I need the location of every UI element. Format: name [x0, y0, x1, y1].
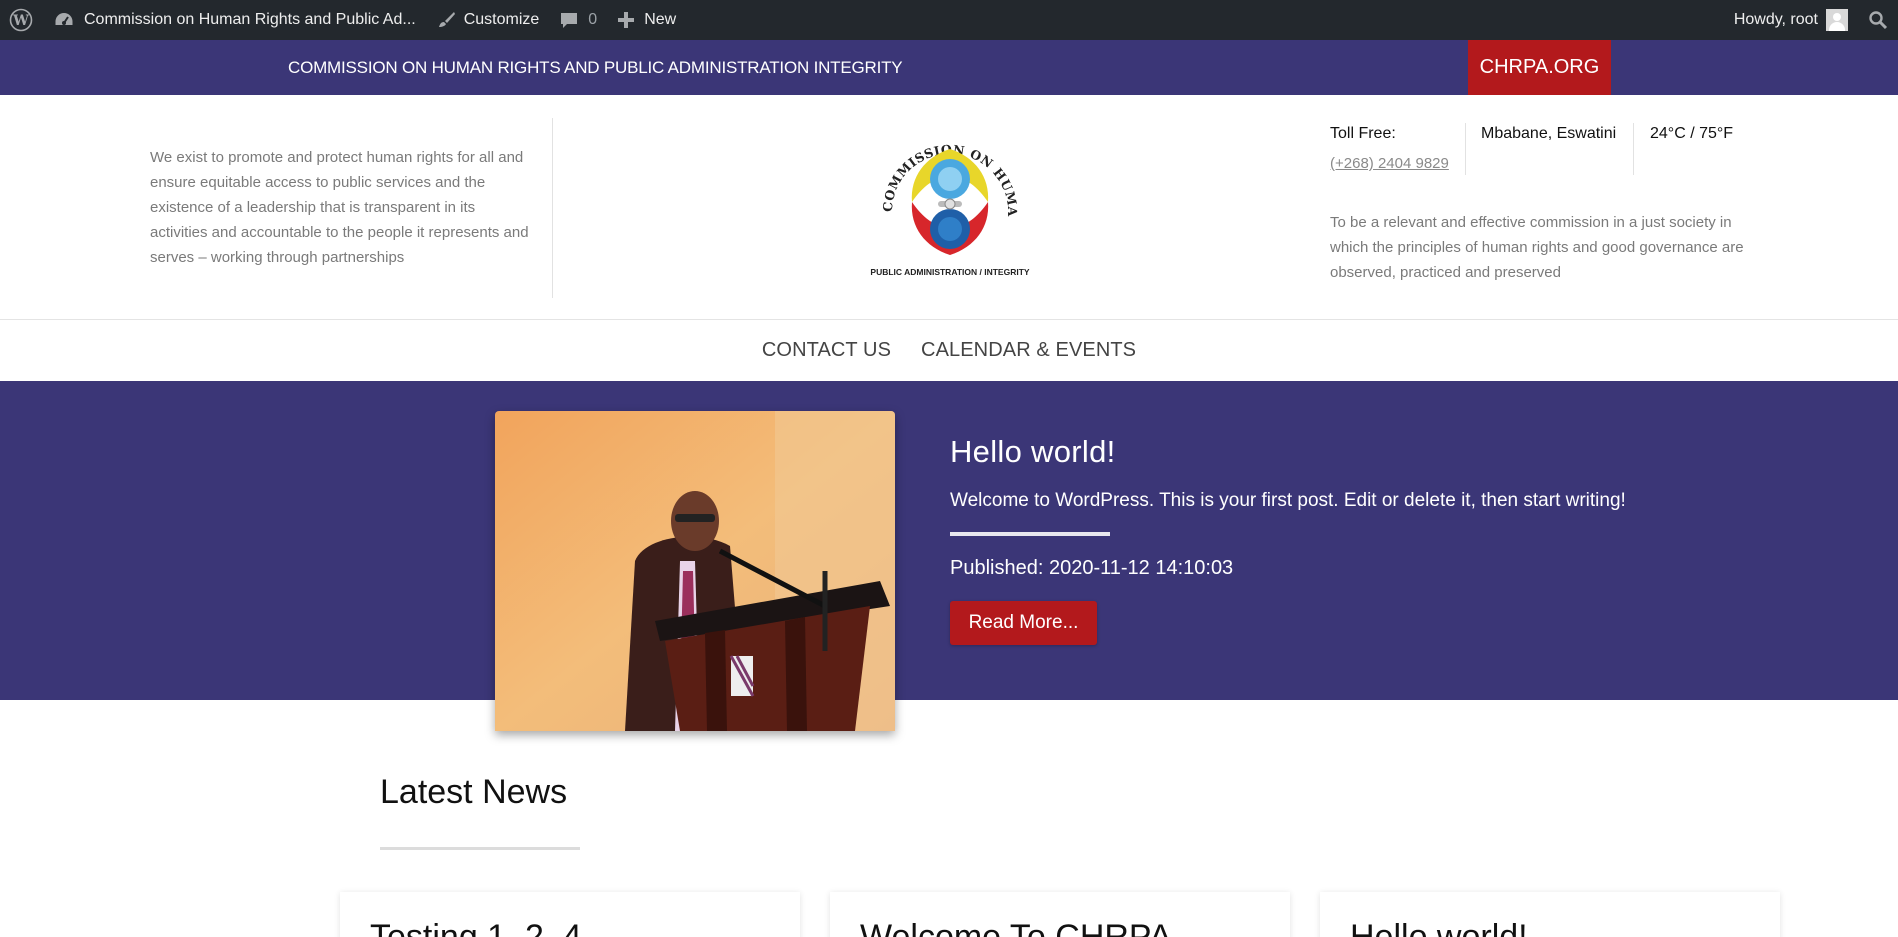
chrpa-site-button[interactable]: CHRPA.ORG	[1468, 40, 1611, 95]
weather-text: 24°C / 75°F	[1650, 125, 1734, 142]
wordpress-logo-icon[interactable]: W	[0, 0, 42, 40]
top-banner: COMMISSION ON HUMAN RIGHTS AND PUBLIC AD…	[0, 40, 1898, 95]
wp-admin-bar: W Commission on Human Rights and Public …	[0, 0, 1898, 40]
site-header: We exist to promote and protect human ri…	[0, 95, 1898, 320]
plus-icon	[618, 12, 635, 28]
featured-post-date: Published: 2020-11-12 14:10:03	[950, 557, 1234, 579]
nav-item-contact-us[interactable]: CONTACT US	[762, 339, 891, 362]
featured-post-divider	[950, 532, 1110, 536]
howdy-label: Howdy, root	[1733, 11, 1818, 28]
toll-free-number-link[interactable]: (+268) 2404 9829	[1330, 155, 1449, 172]
comments-count: 0	[588, 11, 598, 28]
new-content-menu[interactable]: New	[607, 0, 686, 40]
logo-bottom-text: PUBLIC ADMINISTRATION / INTEGRITY	[870, 267, 1029, 277]
news-card[interactable]: Testing 1, 2, 4	[340, 892, 800, 937]
dashboard-gauge-icon	[55, 13, 73, 25]
organization-title: COMMISSION ON HUMAN RIGHTS AND PUBLIC AD…	[288, 58, 903, 77]
news-card[interactable]: Welcome To CHRPA	[830, 892, 1290, 937]
paintbrush-icon	[438, 12, 455, 27]
contact-divider	[1465, 123, 1466, 175]
my-account-menu[interactable]: Howdy, root	[1724, 0, 1858, 40]
comment-bubble-icon	[561, 13, 578, 28]
latest-news-divider	[380, 847, 580, 850]
header-divider	[552, 118, 553, 298]
toll-free-label: Toll Free:	[1330, 125, 1396, 142]
avatar	[1826, 9, 1848, 31]
vision-statement: To be a relevant and effective commissio…	[1330, 214, 1744, 281]
site-logo[interactable]: COMMISSION ON HUMAN RIGHTS & PUBLIC ADMI…	[864, 105, 1030, 282]
location-text: Mbabane, Eswatini	[1481, 125, 1617, 142]
admin-search-button[interactable]	[1858, 0, 1898, 40]
contact-divider	[1633, 123, 1634, 175]
news-card[interactable]: Hello world!	[1320, 892, 1780, 937]
featured-post-title[interactable]: Hello world!	[950, 434, 1116, 470]
featured-post-banner	[0, 381, 1898, 700]
latest-news-heading: Latest News	[380, 773, 568, 811]
main-navigation: CONTACT US CALENDAR & EVENTS	[0, 320, 1898, 381]
news-card-title[interactable]: Testing 1, 2, 4	[370, 918, 582, 937]
site-name-label: Commission on Human Rights and Public Ad…	[84, 11, 416, 28]
svg-text:W: W	[12, 13, 29, 29]
site-name-menu[interactable]: Commission on Human Rights and Public Ad…	[42, 0, 426, 40]
mission-statement: We exist to promote and protect human ri…	[150, 149, 529, 266]
new-label: New	[644, 11, 677, 28]
customize-label: Customize	[463, 11, 540, 28]
comments-link[interactable]: 0	[549, 0, 607, 40]
search-icon	[1869, 11, 1888, 30]
featured-post-excerpt: Welcome to WordPress. This is your first…	[950, 490, 1626, 511]
nav-item-calendar-events[interactable]: CALENDAR & EVENTS	[921, 339, 1136, 362]
featured-post-image[interactable]	[495, 411, 895, 731]
news-card-title[interactable]: Hello world!	[1350, 918, 1528, 937]
customize-link[interactable]: Customize	[426, 0, 550, 40]
read-more-button[interactable]: Read More...	[950, 601, 1097, 645]
news-card-title[interactable]: Welcome To CHRPA	[860, 918, 1172, 937]
